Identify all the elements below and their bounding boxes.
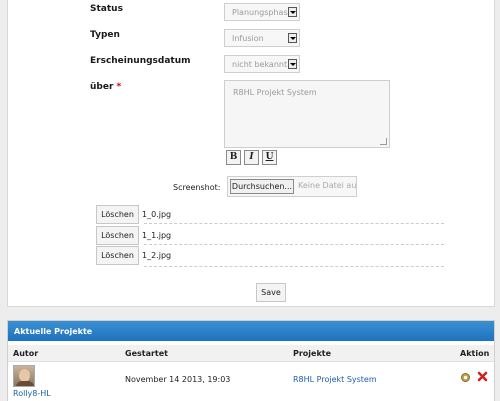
divider [144, 244, 444, 245]
file-name: 1_2.jpg [142, 251, 172, 260]
types-value: Infusion [232, 34, 264, 43]
italic-button[interactable]: I [244, 150, 259, 165]
project-link[interactable]: R8HL Projekt System [293, 375, 377, 384]
browse-button[interactable]: Durchsuchen... [230, 179, 294, 194]
about-label-text: über [90, 82, 114, 92]
status-value: Planungsphase [232, 8, 293, 17]
column-action: Aktion [460, 349, 490, 358]
date-select[interactable]: nicht bekannt! [224, 55, 300, 73]
chevron-down-icon [288, 59, 297, 69]
author-link[interactable]: Rolly8-HL [13, 389, 51, 398]
resize-handle-icon[interactable] [380, 138, 387, 145]
column-started: Gestartet [125, 349, 168, 358]
table-header: Autor Gestartet Projekte Aktion [8, 345, 494, 362]
delete-button[interactable]: Löschen [96, 246, 139, 265]
file-name: 1_1.jpg [142, 231, 172, 240]
underline-button[interactable]: U [262, 150, 277, 165]
file-name: 1_0.jpg [142, 210, 172, 219]
divider [144, 266, 444, 267]
projects-panel: Aktuelle Projekte Autor Gestartet Projek… [7, 320, 495, 401]
status-select[interactable]: Planungsphase [224, 3, 300, 21]
projects-header: Aktuelle Projekte [8, 321, 494, 341]
status-label: Status [90, 4, 123, 14]
about-textarea[interactable]: R8HL Projekt System [224, 80, 390, 148]
chevron-down-icon [288, 7, 297, 17]
date-value: nicht bekannt! [232, 60, 291, 69]
save-button[interactable]: Save [256, 283, 286, 302]
date-label: Erscheinungsdatum [90, 56, 191, 66]
project-form-panel: Status Planungsphase Typen Infusion Ersc… [7, 0, 495, 307]
no-file-text: Keine Datei ausgewählt. [298, 181, 356, 190]
about-label: über * [90, 82, 121, 92]
bold-button[interactable]: B [226, 150, 241, 165]
delete-icon[interactable] [477, 371, 488, 382]
types-select[interactable]: Infusion [224, 29, 300, 47]
required-marker: * [116, 82, 122, 92]
column-projects: Projekte [293, 349, 332, 358]
screenshot-file-input[interactable]: Durchsuchen... Keine Datei ausgewählt. [227, 176, 357, 197]
gear-icon[interactable] [460, 372, 471, 383]
chevron-down-icon [288, 33, 297, 43]
column-author: Autor [13, 349, 39, 358]
avatar[interactable] [13, 365, 35, 387]
screenshot-label: Screenshot: [173, 183, 221, 192]
delete-button[interactable]: Löschen [96, 226, 139, 245]
delete-button[interactable]: Löschen [96, 205, 139, 224]
started-date: November 14 2013, 19:03 [125, 375, 231, 384]
divider [144, 223, 444, 224]
projects-title: Aktuelle Projekte [14, 327, 93, 336]
about-text: R8HL Projekt System [233, 88, 317, 97]
types-label: Typen [90, 30, 120, 40]
